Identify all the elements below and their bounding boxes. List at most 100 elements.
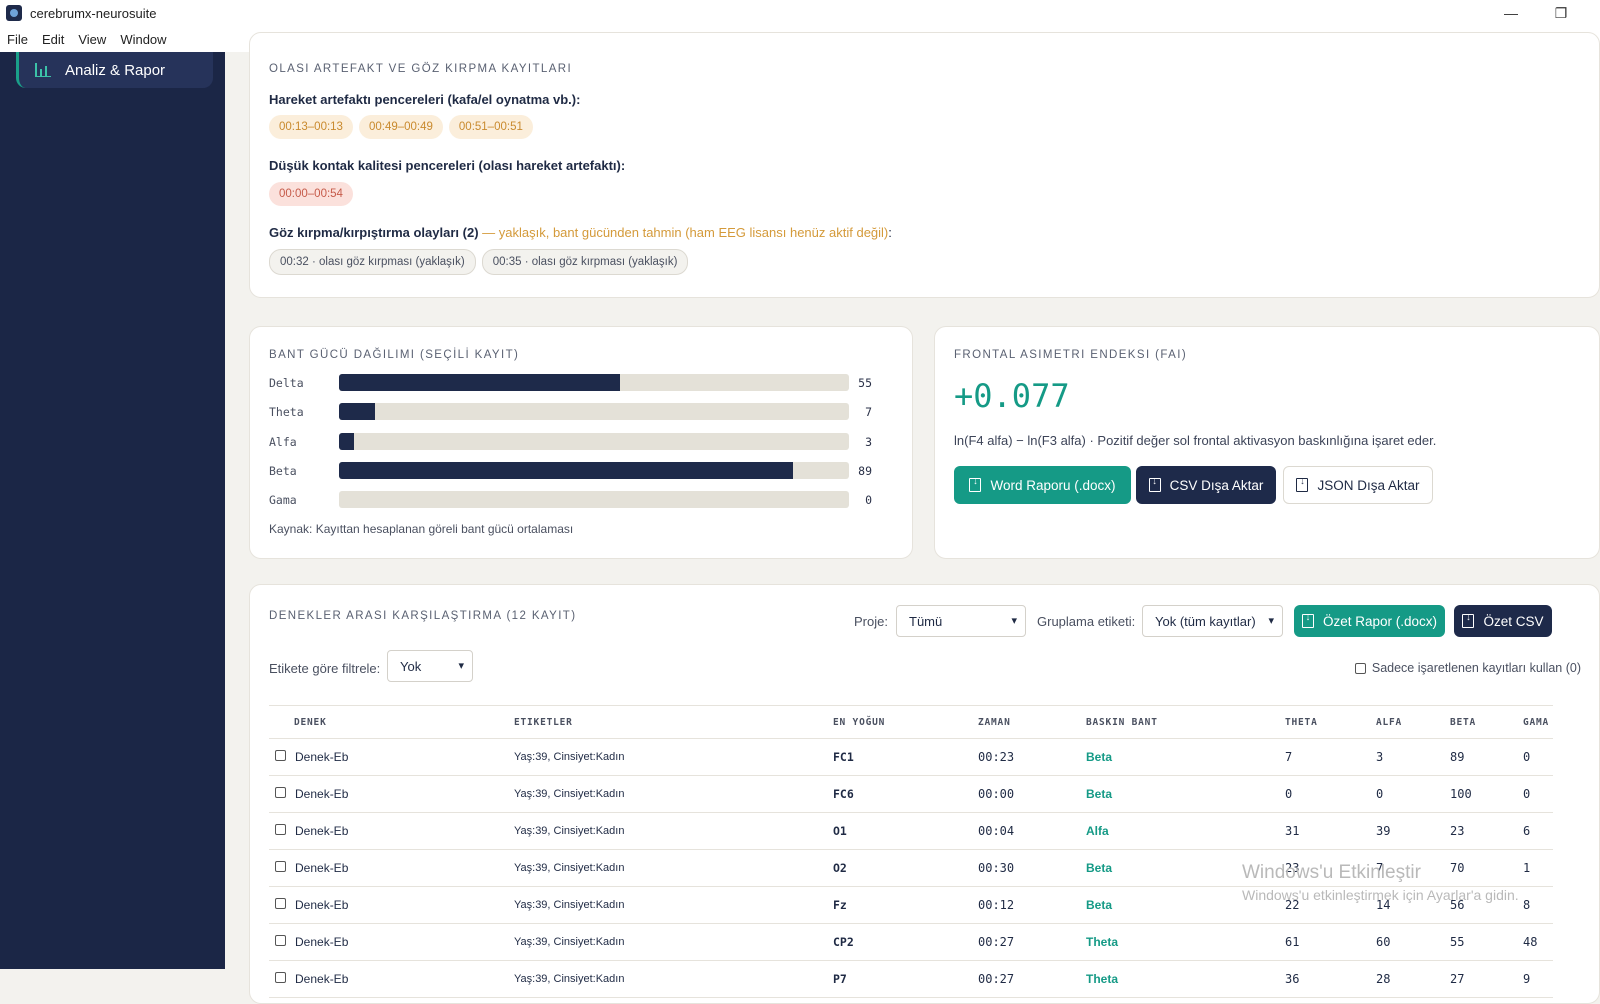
band-bar-fill bbox=[339, 461, 793, 479]
band-bar-value: 89 bbox=[858, 463, 872, 478]
cell-time: 00:30 bbox=[977, 849, 1085, 887]
subject-name: Denek-Eb bbox=[295, 972, 349, 986]
subject-name: Denek-Eb bbox=[295, 750, 349, 764]
artifact-card: OLASI ARTEFAKT VE GÖZ KIRPMA KAYITLARI H… bbox=[249, 32, 1600, 298]
col-baskin-bant: BASKIN BANT bbox=[1085, 705, 1284, 739]
row-checkbox[interactable] bbox=[275, 861, 286, 872]
cell-time: 00:27 bbox=[977, 960, 1085, 998]
main-content: OLASI ARTEFAKT VE GÖZ KIRPMA KAYITLARI H… bbox=[225, 32, 1600, 1004]
cell-gama: 9 bbox=[1522, 960, 1553, 998]
cell-gama: 6 bbox=[1522, 812, 1553, 850]
only-marked-toggle[interactable]: Sadece işaretlenen kayıtları kullan (0) bbox=[1354, 661, 1581, 675]
row-checkbox[interactable] bbox=[275, 787, 286, 798]
blink-event-chip: 00:32 · olası göz kırpması (yaklaşık) bbox=[269, 249, 476, 275]
cell-gama: 0 bbox=[1522, 775, 1553, 813]
summary-report-button[interactable]: Özet Rapor (.docx) bbox=[1294, 605, 1445, 637]
word-report-button[interactable]: Word Raporu (.docx) bbox=[954, 466, 1131, 504]
cell-denek: Denek-Eb bbox=[269, 960, 513, 998]
band-bar-row: Theta 7 bbox=[269, 403, 889, 421]
band-power-card: BANT GÜCÜ DAĞILIMI (SEÇİLİ KAYIT) Delta 5… bbox=[249, 326, 913, 559]
summary-csv-button[interactable]: Özet CSV bbox=[1454, 605, 1552, 637]
band-bar-track bbox=[339, 461, 849, 479]
cell-beta: 27 bbox=[1449, 960, 1522, 998]
cell-alfa: 60 bbox=[1375, 923, 1449, 961]
subject-name: Denek-Eb bbox=[295, 824, 349, 838]
cell-denek: Denek-Eb bbox=[269, 849, 513, 887]
cell-time: 00:04 bbox=[977, 812, 1085, 850]
cell-alfa: 0 bbox=[1375, 775, 1449, 813]
json-export-button[interactable]: JSON Dışa Aktar bbox=[1283, 466, 1433, 504]
comparison-title: DENEKLER ARASI KARŞILAŞTIRMA (12 KAYIT) bbox=[269, 610, 577, 622]
table-row[interactable]: Denek-Eb Yaş:39, Cinsiyet:Kadın CP2 00:27 Th… bbox=[269, 923, 1553, 961]
band-bar-track bbox=[339, 374, 849, 391]
sidebar-item-analiz-rapor[interactable]: Analiz & Rapor bbox=[16, 52, 213, 88]
cell-denek: Denek-Eb bbox=[269, 738, 513, 776]
minimize-button[interactable]: — bbox=[1488, 0, 1534, 26]
col-gama: GAMA bbox=[1522, 705, 1553, 739]
chevron-down-icon: ▾ bbox=[458, 660, 464, 672]
band-bar-value: 0 bbox=[865, 493, 872, 508]
group-select[interactable]: Yok (tüm kayıtlar) ▾ bbox=[1142, 605, 1283, 637]
cell-theta: 0 bbox=[1284, 775, 1375, 813]
window-title: cerebrumx-neurosuite bbox=[30, 5, 157, 21]
cell-band: Beta bbox=[1085, 849, 1284, 887]
table-row[interactable]: Denek-Eb Yaş:39, Cinsiyet:Kadın P7 00:27 The… bbox=[269, 960, 1553, 998]
cell-alfa: 3 bbox=[1375, 738, 1449, 776]
blink-label: Göz kırpma/kırpıştırma olayları (2) bbox=[269, 225, 479, 240]
contact-window-chip: 00:00–00:54 bbox=[269, 182, 353, 206]
cell-theta: 22 bbox=[1284, 886, 1375, 924]
cell-time: 00:23 bbox=[977, 738, 1085, 776]
table-row[interactable]: Denek-Eb Yaş:39, Cinsiyet:Kadın O1 00:04 Alf… bbox=[269, 812, 1553, 850]
csv-export-button[interactable]: CSV Dışa Aktar bbox=[1136, 466, 1276, 504]
table-row[interactable]: Denek-Eb Yaş:39, Cinsiyet:Kadın FC6 00:00 Be… bbox=[269, 775, 1553, 813]
motion-window-chip: 00:13–00:13 bbox=[269, 115, 353, 139]
cell-time: 00:12 bbox=[977, 886, 1085, 924]
table-row[interactable]: Denek-Eb Yaş:39, Cinsiyet:Kadın O2 00:30 Bet… bbox=[269, 849, 1553, 887]
menu-file[interactable]: File bbox=[0, 32, 35, 47]
contact-windows: 00:00–00:54 bbox=[269, 182, 359, 206]
menu-edit[interactable]: Edit bbox=[35, 32, 71, 47]
row-checkbox[interactable] bbox=[275, 935, 286, 946]
menu-window[interactable]: Window bbox=[113, 32, 173, 47]
cell-beta: 89 bbox=[1449, 738, 1522, 776]
subject-name: Denek-Eb bbox=[295, 787, 349, 801]
app-icon bbox=[6, 5, 22, 21]
project-select[interactable]: Tümü ▾ bbox=[896, 605, 1026, 637]
group-label: Gruplama etiketi: bbox=[1037, 614, 1136, 629]
row-checkbox[interactable] bbox=[275, 898, 286, 909]
cell-denek: Denek-Eb bbox=[269, 886, 513, 924]
cell-tags: Yaş:39, Cinsiyet:Kadın bbox=[513, 775, 832, 813]
table-row[interactable]: Denek-Eb Yaş:39, Cinsiyet:Kadın FC1 00:23 Be… bbox=[269, 738, 1553, 776]
cell-denek: Denek-Eb bbox=[269, 923, 513, 961]
cell-gama: 48 bbox=[1522, 923, 1553, 961]
blink-note: — yaklaşık, bant gücünden tahmin (ham EE… bbox=[482, 225, 889, 240]
band-bar-label: Theta bbox=[269, 405, 304, 420]
tag-filter-select[interactable]: Yok ▾ bbox=[387, 650, 473, 682]
subject-name: Denek-Eb bbox=[295, 861, 349, 875]
cell-band: Alfa bbox=[1085, 812, 1284, 850]
table-row[interactable]: Denek-Eb Yaş:39, Cinsiyet:Kadın Fz 00:12 Bet… bbox=[269, 886, 1553, 924]
band-bar-fill bbox=[339, 432, 355, 450]
row-checkbox[interactable] bbox=[275, 824, 286, 835]
contact-label: Düşük kontak kalitesi pencereleri (olası… bbox=[269, 158, 626, 173]
band-bar-value: 55 bbox=[858, 376, 872, 390]
cell-gama: 0 bbox=[1522, 738, 1553, 776]
cell-tags: Yaş:39, Cinsiyet:Kadın bbox=[513, 812, 832, 850]
row-checkbox[interactable] bbox=[275, 972, 286, 983]
cell-band: Beta bbox=[1085, 738, 1284, 776]
sidebar-item-label: Analiz & Rapor bbox=[65, 61, 166, 79]
comparison-card: DENEKLER ARASI KARŞILAŞTIRMA (12 KAYIT) … bbox=[249, 584, 1600, 1004]
cell-band: Theta bbox=[1085, 923, 1284, 961]
motion-window-chip: 00:51–00:51 bbox=[448, 115, 533, 139]
cell-beta: 100 bbox=[1449, 775, 1522, 813]
cell-band: Theta bbox=[1085, 960, 1284, 998]
restore-button[interactable]: ❐ bbox=[1538, 0, 1584, 26]
row-checkbox[interactable] bbox=[275, 750, 286, 761]
group-select-value: Yok (tüm kayıtlar) bbox=[1155, 613, 1256, 629]
menu-view[interactable]: View bbox=[71, 32, 113, 47]
only-marked-checkbox[interactable] bbox=[1354, 662, 1366, 674]
word-report-label: Word Raporu (.docx) bbox=[990, 477, 1116, 493]
motion-windows: 00:13–00:13 00:49–00:49 00:51–00:51 bbox=[269, 115, 539, 139]
sidebar: Analiz & Rapor bbox=[0, 52, 225, 969]
fai-card: FRONTAL ASIMETRI ENDEKSI (FAI) +0.077 ln… bbox=[934, 326, 1600, 559]
